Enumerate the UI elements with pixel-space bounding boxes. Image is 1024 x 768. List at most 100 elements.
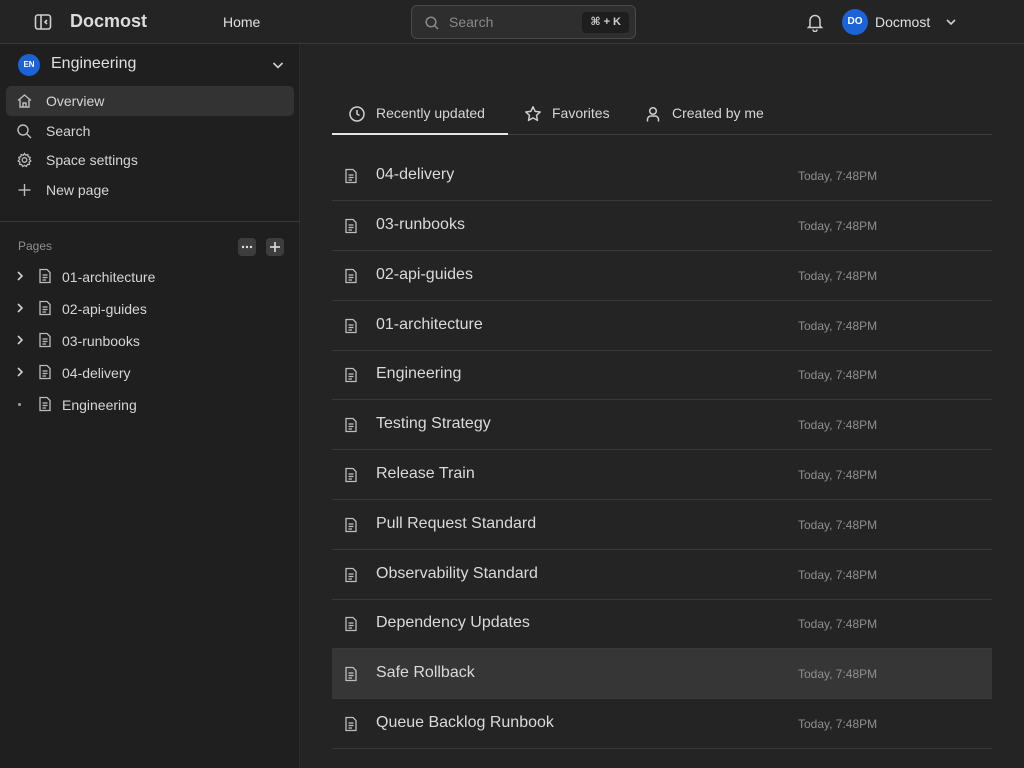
page-title: Safe Rollback: [376, 664, 475, 681]
list-item[interactable]: Testing Strategy Today, 7:48PM: [332, 400, 992, 450]
page-title: Dependency Updates: [376, 614, 530, 631]
sidebar-item-new-page[interactable]: New page: [6, 175, 294, 205]
page-title: Engineering: [376, 365, 462, 382]
list-item[interactable]: Observability Standard Today, 7:48PM: [332, 550, 992, 600]
document-icon: [344, 517, 358, 533]
gear-icon: [16, 152, 33, 168]
tree-item-label: Engineering: [62, 397, 137, 413]
pages-more-button[interactable]: [238, 238, 256, 256]
space-switcher[interactable]: EN Engineering: [0, 44, 300, 86]
search-shortcut: ⌘ + K: [582, 12, 629, 33]
sidebar-item-label: Space settings: [46, 152, 138, 168]
sidebar-divider: [0, 221, 300, 222]
search-input[interactable]: Search ⌘ + K: [411, 5, 636, 39]
page-title: 01-architecture: [376, 316, 483, 333]
list-item[interactable]: Dependency Updates Today, 7:48PM: [332, 599, 992, 649]
page-updated-time: Today, 7:48PM: [798, 717, 878, 731]
document-icon: [38, 396, 52, 412]
document-icon: [344, 367, 358, 383]
page-updated-time: Today, 7:48PM: [798, 169, 878, 183]
clock-icon: [348, 105, 366, 123]
list-item[interactable]: 03-runbooks Today, 7:48PM: [332, 201, 992, 251]
document-icon: [38, 300, 52, 316]
page-title: 02-api-guides: [376, 266, 473, 283]
document-icon: [344, 318, 358, 334]
bell-icon[interactable]: [806, 12, 824, 32]
tree-item-label: 01-architecture: [62, 269, 156, 285]
document-icon: [38, 364, 52, 380]
plus-icon: [270, 242, 280, 252]
tabs-bar: Recently updated Favorites Created by me: [332, 97, 992, 135]
page-title: Pull Request Standard: [376, 515, 537, 532]
document-icon: [344, 218, 358, 234]
user-icon: [644, 105, 662, 123]
chevron-down-icon: [271, 58, 285, 72]
tree-item[interactable]: 03-runbooks: [6, 326, 294, 354]
main-content: Recently updated Favorites Created by me…: [301, 45, 1024, 768]
tree-item[interactable]: 02-api-guides: [6, 294, 294, 322]
list-item[interactable]: Release Train Today, 7:48PM: [332, 450, 992, 500]
page-title: 04-delivery: [376, 166, 455, 183]
page-updated-time: Today, 7:48PM: [798, 568, 878, 582]
tab-label: Created by me: [672, 105, 764, 121]
tab-created-by-me[interactable]: Created by me: [628, 97, 788, 135]
list-item[interactable]: Engineering Today, 7:48PM: [332, 350, 992, 400]
tab-recently-updated[interactable]: Recently updated: [332, 97, 508, 135]
chevron-right-icon[interactable]: [14, 366, 26, 378]
tree-item-label: 03-runbooks: [62, 333, 140, 349]
sidebar-item-search[interactable]: Search: [6, 116, 294, 146]
list-item[interactable]: Queue Backlog Runbook Today, 7:48PM: [332, 699, 992, 749]
page-updated-time: Today, 7:48PM: [798, 518, 878, 532]
tree-item[interactable]: 04-delivery: [6, 358, 294, 386]
page-updated-time: Today, 7:48PM: [798, 667, 878, 681]
list-item[interactable]: 01-architecture Today, 7:48PM: [332, 301, 992, 351]
tab-favorites[interactable]: Favorites: [508, 97, 628, 135]
pages-section-label: Pages: [18, 239, 53, 253]
document-icon: [344, 417, 358, 433]
add-page-button[interactable]: [266, 238, 284, 256]
chevron-down-icon[interactable]: [945, 16, 957, 28]
page-title: 03-runbooks: [376, 216, 465, 233]
sidebar-item-label: Search: [46, 123, 91, 139]
user-avatar[interactable]: DO: [842, 9, 868, 35]
document-icon: [344, 616, 358, 632]
page-updated-time: Today, 7:48PM: [798, 617, 878, 631]
page-updated-time: Today, 7:48PM: [798, 368, 878, 382]
page-updated-time: Today, 7:48PM: [798, 319, 878, 333]
chevron-right-icon[interactable]: [14, 302, 26, 314]
tree-item[interactable]: Engineering: [6, 390, 294, 418]
page-updated-time: Today, 7:48PM: [798, 418, 878, 432]
tab-label: Favorites: [552, 105, 610, 121]
page-updated-time: Today, 7:48PM: [798, 269, 878, 283]
document-icon: [38, 332, 52, 348]
document-icon: [344, 567, 358, 583]
search-placeholder: Search: [449, 14, 494, 30]
space-name: Engineering: [51, 55, 137, 72]
sidebar-item-space-settings[interactable]: Space settings: [6, 145, 294, 175]
document-icon: [344, 666, 358, 682]
sidebar-toggle-icon[interactable]: [33, 12, 53, 32]
user-menu-name[interactable]: Docmost: [875, 14, 930, 30]
list-item[interactable]: Pull Request Standard Today, 7:48PM: [332, 500, 992, 550]
list-item[interactable]: Safe Rollback Today, 7:48PM: [332, 649, 992, 699]
app-title[interactable]: Docmost: [70, 11, 147, 32]
home-icon: [16, 93, 33, 109]
home-link[interactable]: Home: [223, 14, 260, 30]
page-title: Queue Backlog Runbook: [376, 714, 554, 731]
sidebar-item-label: Overview: [46, 93, 105, 109]
list-item[interactable]: 02-api-guides Today, 7:48PM: [332, 251, 992, 301]
sidebar: EN Engineering Overview Search Space set…: [0, 44, 300, 768]
page-title: Release Train: [376, 465, 475, 482]
search-icon: [424, 15, 440, 31]
more-dots-icon: [241, 245, 253, 249]
top-header: Docmost Home Search ⌘ + K DO Docmost: [0, 0, 1024, 44]
page-title: Observability Standard: [376, 565, 538, 582]
tab-label: Recently updated: [376, 105, 485, 121]
chevron-right-icon[interactable]: [14, 270, 26, 282]
star-icon: [524, 105, 542, 123]
tree-item[interactable]: 01-architecture: [6, 262, 294, 290]
sidebar-item-overview[interactable]: Overview: [6, 86, 294, 116]
chevron-right-icon[interactable]: [14, 334, 26, 346]
list-item[interactable]: 04-delivery Today, 7:48PM: [332, 151, 992, 201]
sidebar-item-label: New page: [46, 182, 110, 198]
